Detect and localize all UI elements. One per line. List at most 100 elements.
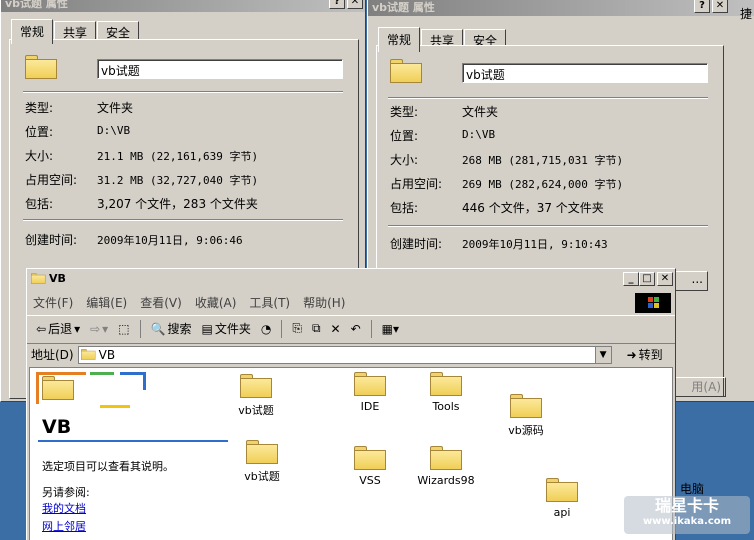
folder-item[interactable]: vb试题: [232, 440, 292, 484]
maximize-button[interactable]: □: [639, 272, 655, 286]
disk-size-label: 占用空间:: [390, 177, 443, 191]
size-label: 大小:: [25, 149, 54, 163]
forward-button[interactable]: ⇨ ▾: [87, 321, 111, 337]
history-icon[interactable]: ◔: [258, 321, 274, 337]
disk-size-label: 占用空间:: [25, 173, 78, 187]
type-label: 类型:: [25, 101, 54, 115]
folders-icon: ▤: [201, 321, 213, 336]
windows-logo-icon: [635, 293, 671, 313]
banner-folder-icon: [42, 376, 74, 400]
apply-button[interactable]: 用(A): [668, 377, 726, 397]
folder-icon: [546, 478, 578, 502]
location-label: 位置:: [25, 125, 54, 139]
created-label: 创建时间:: [25, 233, 78, 247]
back-button[interactable]: ⇦ 后退 ▾: [33, 319, 83, 338]
menu-edit[interactable]: 编辑(E): [86, 294, 127, 310]
go-arrow-icon: ➜: [626, 347, 637, 362]
address-dropdown-icon[interactable]: ▼: [594, 346, 611, 363]
folder-item[interactable]: IDE: [340, 372, 400, 413]
dialog-title: vb试题 属性: [1, 0, 365, 12]
folder-icon: [430, 446, 462, 470]
search-button[interactable]: 🔍 搜索: [148, 319, 195, 338]
see-also-label: 另请参阅:: [42, 486, 90, 499]
folder-item[interactable]: vb试题: [226, 374, 286, 418]
side-title: VB: [42, 416, 72, 438]
menu-tools[interactable]: 工具(T): [249, 294, 290, 310]
folder-icon: [354, 446, 386, 470]
behind-text: 电脑: [680, 482, 705, 496]
size-value: 21.1 MB (22,161,639 字节): [97, 150, 259, 163]
tab-general[interactable]: 常规: [11, 19, 54, 44]
explorer-window: VB _ □ ✕ 文件(F) 编辑(E) 查看(V) 收藏(A) 工具(T) 帮…: [26, 268, 676, 540]
folder-icon: [430, 372, 462, 396]
menu-file[interactable]: 文件(F): [33, 294, 73, 310]
created-value: 2009年10月11日, 9:06:46: [97, 234, 243, 247]
address-label: 地址(D): [31, 348, 74, 362]
close-button[interactable]: ✕: [712, 0, 728, 13]
watermark-logo: 瑞星卡卡 www.ikaka.com: [624, 496, 750, 534]
folder-icon: [25, 55, 57, 79]
folder-item[interactable]: Tools: [416, 372, 476, 413]
help-button[interactable]: ?: [694, 0, 710, 13]
type-value: 文件夹: [462, 105, 499, 119]
menu-bar: 文件(F) 编辑(E) 查看(V) 收藏(A) 工具(T) 帮助(H): [27, 291, 675, 313]
copy-to-icon[interactable]: ⧉: [309, 320, 324, 337]
move-to-icon[interactable]: ⎘: [289, 320, 305, 337]
folder-item[interactable]: api: [532, 478, 592, 519]
delete-icon[interactable]: ✕: [328, 321, 344, 337]
size-value: 268 MB (281,715,031 字节): [462, 154, 624, 167]
type-label: 类型:: [390, 105, 419, 119]
size-label: 大小:: [390, 153, 419, 167]
address-folder-icon: [80, 348, 96, 360]
address-input[interactable]: VB ▼: [77, 345, 612, 364]
folder-icon: [240, 374, 272, 398]
minimize-button[interactable]: _: [623, 272, 639, 286]
close-button[interactable]: ✕: [347, 0, 363, 9]
contains-value: 446 个文件，37 个文件夹: [462, 201, 604, 215]
window-title: VB: [27, 269, 675, 289]
folders-button[interactable]: ▤ 文件夹: [199, 319, 254, 338]
location-value: D:\VB: [97, 124, 131, 137]
help-button[interactable]: ?: [329, 0, 345, 9]
menu-help[interactable]: 帮助(H): [303, 294, 345, 310]
type-value: 文件夹: [97, 101, 134, 115]
up-folder-icon[interactable]: ⬚: [115, 321, 132, 337]
back-arrow-icon: ⇦: [36, 321, 47, 336]
link-network[interactable]: 网上邻居: [42, 518, 86, 534]
disk-size-value: 31.2 MB (32,727,040 字节): [97, 174, 259, 187]
toolbar: ⇦ 后退 ▾ ⇨ ▾ ⬚ 🔍 搜索 ▤ 文件夹 ◔ ⎘ ⧉ ✕ ↶ ▦▾: [27, 315, 675, 341]
undo-icon[interactable]: ↶: [348, 321, 364, 337]
disk-size-value: 269 MB (282,624,000 字节): [462, 178, 624, 191]
folder-name-input[interactable]: vb试题: [462, 63, 708, 83]
created-value: 2009年10月11日, 9:10:43: [462, 238, 608, 251]
folder-icon: [510, 394, 542, 418]
folder-icon: [390, 59, 422, 83]
folder-item[interactable]: vb源码: [496, 394, 556, 438]
search-icon: 🔍: [150, 321, 166, 336]
tab-general[interactable]: 常规: [378, 27, 421, 52]
contains-label: 包括:: [25, 197, 54, 211]
contains-value: 3,207 个文件，283 个文件夹: [97, 197, 258, 211]
address-bar: 地址(D) VB ▼ ➜ 转到: [27, 343, 675, 365]
menu-view[interactable]: 查看(V): [140, 294, 182, 310]
folder-item[interactable]: Wizards98: [416, 446, 476, 487]
forward-arrow-icon: ⇨: [90, 321, 101, 336]
side-hint: 选定项目可以查看其说明。: [42, 460, 174, 473]
file-view: VB 选定项目可以查看其说明。 另请参阅: 我的文档 网上邻居 vb试题 IDE…: [29, 367, 673, 540]
link-my-documents[interactable]: 我的文档: [42, 500, 86, 516]
created-label: 创建时间:: [390, 237, 443, 251]
views-icon[interactable]: ▦▾: [379, 321, 402, 337]
folder-icon: [354, 372, 386, 396]
go-button[interactable]: ➜ 转到: [624, 345, 666, 364]
folder-icon: [246, 440, 278, 464]
web-view-banner: [30, 368, 230, 412]
contains-label: 包括:: [390, 201, 419, 215]
folder-name-input[interactable]: vb试题: [97, 59, 343, 79]
close-button[interactable]: ✕: [657, 272, 673, 286]
location-label: 位置:: [390, 129, 419, 143]
folder-item[interactable]: VSS: [340, 446, 400, 487]
title-folder-icon: [31, 273, 46, 284]
menu-favorites[interactable]: 收藏(A): [195, 294, 237, 310]
shortcut-text: 捷: [740, 7, 753, 21]
location-value: D:\VB: [462, 128, 496, 141]
